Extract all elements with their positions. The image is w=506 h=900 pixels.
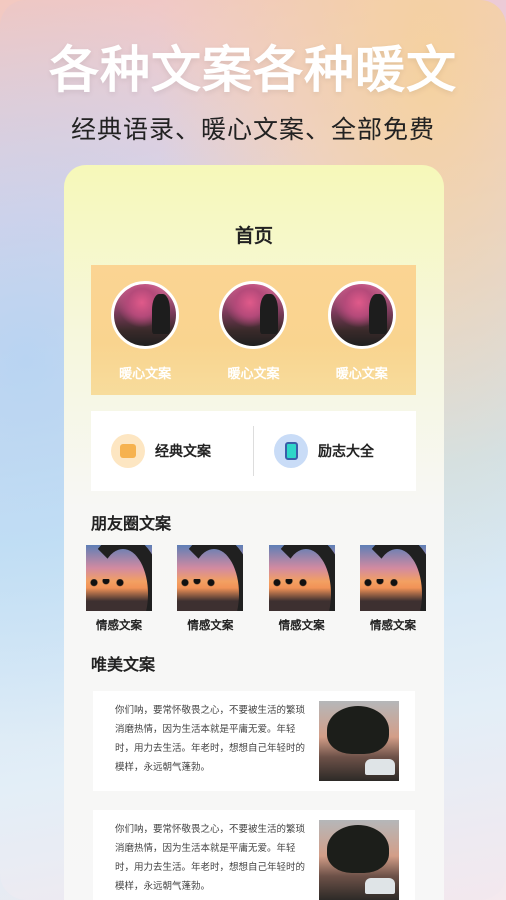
banner-item-label: 暖心文案 (335, 367, 388, 382)
moments-item-label: 情感文案 (187, 618, 234, 632)
promo-subline: 经典语录、暖心文案、全部免费 (70, 115, 435, 144)
menu-item-classic[interactable]: 经典文案 (91, 411, 253, 491)
promo-frame: 各种文案各种暖文 经典语录、暖心文案、全部免费 首页 暖心文案 暖心文案 暖心文… (0, 0, 506, 900)
moments-item-label: 情感文案 (278, 618, 325, 632)
moments-item[interactable]: 情感文案 (177, 545, 244, 633)
moments-thumbnail (177, 545, 244, 611)
article-card[interactable]: 你们呐，要常怀敬畏之心，不要被生活的繁琐消磨热情，因为生活本就是平庸无爱。年轻时… (93, 691, 415, 791)
banner: 暖心文案 暖心文案 暖心文案 (91, 265, 416, 395)
menu-item-label: 励志大全 (318, 444, 374, 460)
moments-list: 情感文案 情感文案 情感文案 情感文案 (86, 545, 426, 633)
moments-item-label: 情感文案 (96, 618, 142, 632)
banner-avatar-image (219, 281, 288, 349)
banner-avatar-image (327, 281, 396, 349)
moments-item[interactable]: 情感文案 (86, 545, 152, 633)
banner-item[interactable]: 暖心文案 (322, 281, 402, 382)
menu-item-label: 经典文案 (155, 444, 211, 460)
moments-item[interactable]: 情感文案 (268, 545, 335, 633)
section-title-beautiful: 唯美文案 (91, 655, 156, 674)
banner-item[interactable]: 暖心文案 (213, 281, 293, 382)
book-icon (111, 434, 145, 468)
article-image (319, 701, 399, 781)
article-image (319, 820, 399, 900)
promo-headline: 各种文案各种暖文 (49, 41, 457, 99)
article-text: 你们呐，要常怀敬畏之心，不要被生活的繁琐消磨热情，因为生活本就是平庸无爱。年轻时… (115, 824, 306, 892)
app-screen: 首页 暖心文案 暖心文案 暖心文案 经典文案 励志大全 朋友圈文案 情感文案 情… (64, 165, 444, 900)
moments-thumbnail (359, 545, 426, 611)
moments-thumbnail (86, 545, 152, 611)
moments-item[interactable]: 情感文案 (359, 545, 426, 633)
banner-item[interactable]: 暖心文案 (105, 281, 185, 382)
moments-item-label: 情感文案 (369, 618, 416, 632)
article-card[interactable]: 你们呐，要常怀敬畏之心，不要被生活的繁琐消磨热情，因为生活本就是平庸无爱。年轻时… (93, 810, 415, 900)
menu-item-inspiration[interactable]: 励志大全 (254, 411, 416, 491)
moments-thumbnail (268, 545, 335, 611)
menu-card: 经典文案 励志大全 (91, 411, 416, 491)
banner-item-label: 暖心文案 (119, 367, 172, 382)
section-title-moments: 朋友圈文案 (91, 514, 172, 533)
tablet-icon (274, 434, 308, 468)
page-title: 首页 (234, 225, 273, 247)
banner-avatar-image (111, 281, 180, 349)
article-text: 你们呐，要常怀敬畏之心，不要被生活的繁琐消磨热情，因为生活本就是平庸无爱。年轻时… (115, 705, 306, 773)
banner-item-label: 暖心文案 (227, 367, 280, 382)
